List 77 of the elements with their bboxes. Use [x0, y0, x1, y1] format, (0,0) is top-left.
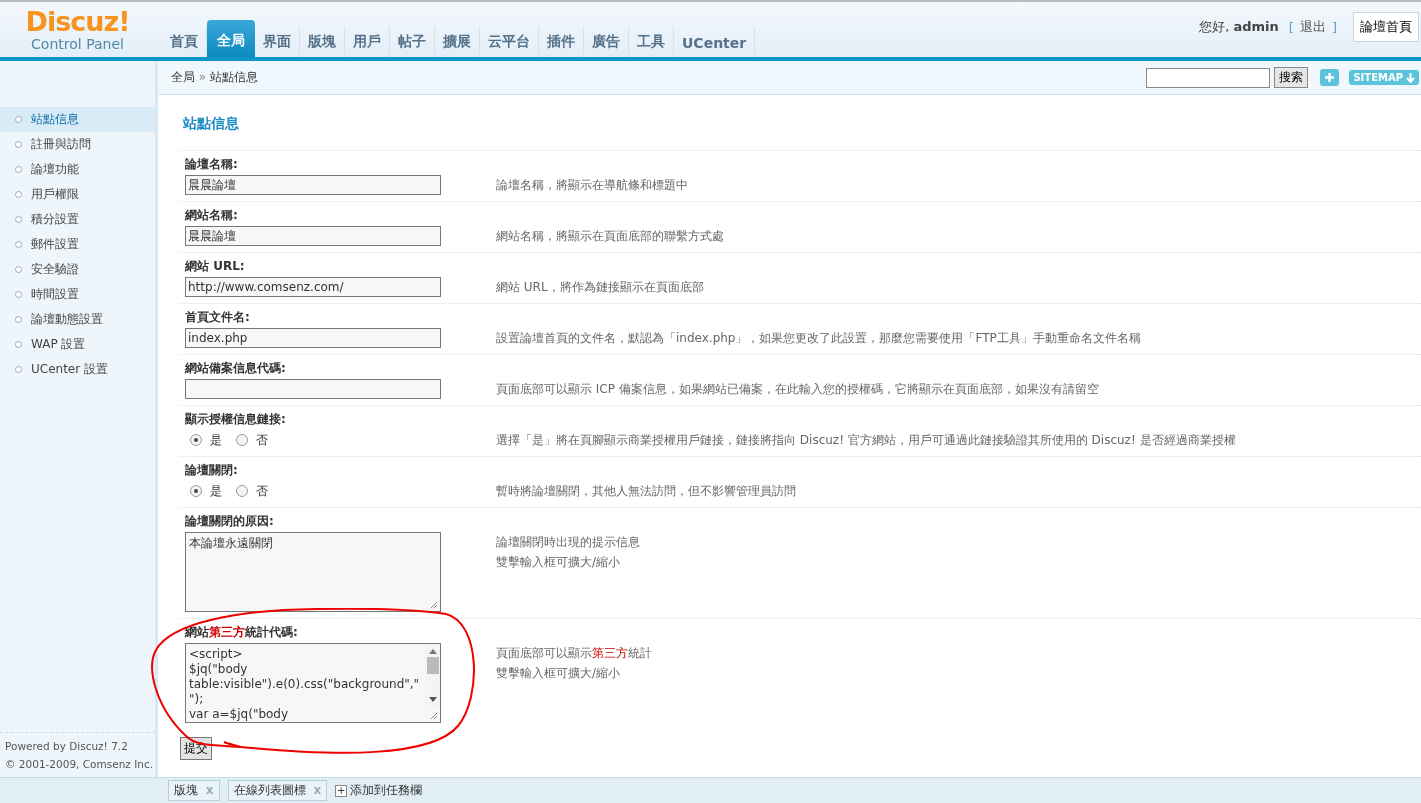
bracket-text: ] [1331, 19, 1337, 35]
bracket-text: [ [1288, 19, 1294, 35]
sidebar-item[interactable]: 站點信息 [0, 107, 155, 132]
nav-tab[interactable]: 廣告 [584, 26, 629, 57]
field-hint: 雙擊輸入框可擴大/縮小 [496, 554, 622, 571]
nav-tab[interactable]: 版塊 [300, 26, 345, 57]
field-label: 網站備案信息代碼: [185, 360, 287, 376]
page-title: 站點信息 [183, 115, 240, 131]
sidebar-item[interactable]: 積分設置 [0, 207, 155, 232]
field-hint: 設置論壇首頁的文件名，默認為「index.php」，如果您更改了此設置，那麼您需要使用「FTP工具」手動重命名文件名稱 [496, 330, 1141, 347]
field-hint: 論壇名稱，將顯示在導航條和標題中 [496, 177, 688, 194]
logout-link[interactable]: 退出 [1299, 18, 1326, 36]
field-hint: 論壇關閉時出現的提示信息 [496, 534, 640, 551]
field-hint: 雙擊輸入框可擴大/縮小 [496, 665, 622, 682]
radio-button[interactable] [236, 434, 248, 446]
field-label: 論壇關閉: [185, 462, 239, 478]
scroll-up-icon[interactable] [428, 649, 437, 654]
field-hint: 暫時將論壇關閉，其他人無法訪問，但不影響管理員訪問 [496, 483, 796, 500]
logo-wordmark: Discuz! [25, 7, 130, 36]
breadcrumb: 全局 » 站點信息 [171, 69, 258, 86]
field-label: 網站 URL: [185, 258, 246, 274]
search-field[interactable] [1146, 67, 1271, 88]
logo-subtitle: Control Panel [31, 35, 124, 52]
field-label: 首頁文件名: [185, 309, 251, 325]
sidebar-item[interactable]: WAP 設置 [0, 332, 155, 357]
nav-tab[interactable]: UCenter [674, 28, 756, 57]
sidebar-item[interactable]: 郵件設置 [0, 232, 155, 257]
nav-tab[interactable]: 帖子 [390, 26, 435, 57]
radio-option[interactable]: 是 [190, 482, 222, 500]
copyright-text: © 2001-2009, Comsenz Inc. [5, 757, 155, 772]
arrow-down-icon [1406, 72, 1415, 83]
field-hint: 頁面底部可以顯示 ICP 備案信息，如果網站已備案，在此輸入您的授權碼，它將顯示在頁面底部，如果沒有請留空 [496, 381, 1099, 398]
add-to-taskbar-link[interactable]: + 添加到任務欄 [335, 782, 423, 799]
radio-button[interactable] [190, 434, 202, 446]
powered-by-text: Powered by Discuz! 7.2 [5, 739, 129, 754]
nav-tab[interactable]: 工具 [629, 26, 674, 57]
field-label: 論壇關閉的原因: [185, 513, 275, 529]
greeting-text: 您好, admin [1199, 18, 1279, 36]
radio-button[interactable] [236, 485, 248, 497]
radio-button[interactable] [190, 485, 202, 497]
text-area[interactable]: <script> $jq("body table:visible").e(0).css("background"," "); var a=$jq("body [185, 643, 441, 723]
scroll-down-icon[interactable] [428, 697, 437, 702]
radio-option[interactable]: 是 [190, 431, 222, 449]
nav-tab[interactable]: 插件 [539, 26, 584, 57]
text-field[interactable]: http://www.comsenz.com/ [185, 277, 441, 297]
text-field[interactable] [185, 379, 441, 399]
field-label: 論壇名稱: [185, 156, 239, 172]
field-label: 網站名稱: [185, 207, 239, 223]
search-button[interactable]: 搜索 [1274, 67, 1309, 88]
sidebar-item[interactable]: 時間設置 [0, 282, 155, 307]
field-label: 顯示授權信息鏈接: [185, 411, 287, 427]
text-area[interactable]: 本論壇永遠關閉 [185, 532, 441, 612]
text-field[interactable]: index.php [185, 328, 441, 348]
taskbar-item[interactable]: 在線列表圖標 x [227, 780, 328, 801]
text-field[interactable]: 晨晨論壇 [185, 175, 441, 195]
forum-home-button[interactable]: 論壇首頁 [1353, 12, 1419, 42]
field-hint: 網站 URL，將作為鏈接顯示在頁面底部 [496, 279, 704, 296]
nav-tab[interactable]: 用戶 [345, 26, 390, 57]
sidebar-item[interactable]: 安全驗證 [0, 257, 155, 282]
radio-option[interactable]: 否 [236, 482, 268, 500]
field-hint: 選擇「是」將在頁腳顯示商業授權用戶鏈接，鏈接將指向 Discuz! 官方網站，用戶可通過此鏈接驗證其所使用的 Discuz! 是否經過商業授權 [496, 432, 1236, 449]
resize-grip-icon[interactable] [429, 600, 438, 609]
sidebar-item[interactable]: 論壇動態設置 [0, 307, 155, 332]
nav-tab[interactable]: 擴展 [435, 26, 480, 57]
radio-option[interactable]: 否 [236, 431, 268, 449]
sidebar-item[interactable]: 註冊與訪問 [0, 132, 155, 157]
field-hint: 頁面底部可以顯示第三方統計 [496, 645, 652, 662]
taskbar-item[interactable]: 版塊 x [168, 780, 220, 801]
field-hint: 網站名稱，將顯示在頁面底部的聯繫方式處 [496, 228, 724, 245]
sidebar-item[interactable]: 論壇功能 [0, 157, 155, 182]
sidebar-item[interactable]: UCenter 設置 [0, 357, 155, 382]
field-label: 網站第三方統計代碼: [185, 624, 299, 640]
resize-grip-icon[interactable] [429, 711, 438, 720]
nav-tab[interactable]: 界面 [255, 26, 300, 57]
nav-tab[interactable]: 云平台 [480, 26, 539, 57]
sidebar-item[interactable]: 用戶權限 [0, 182, 155, 207]
text-field[interactable]: 晨晨論壇 [185, 226, 441, 246]
